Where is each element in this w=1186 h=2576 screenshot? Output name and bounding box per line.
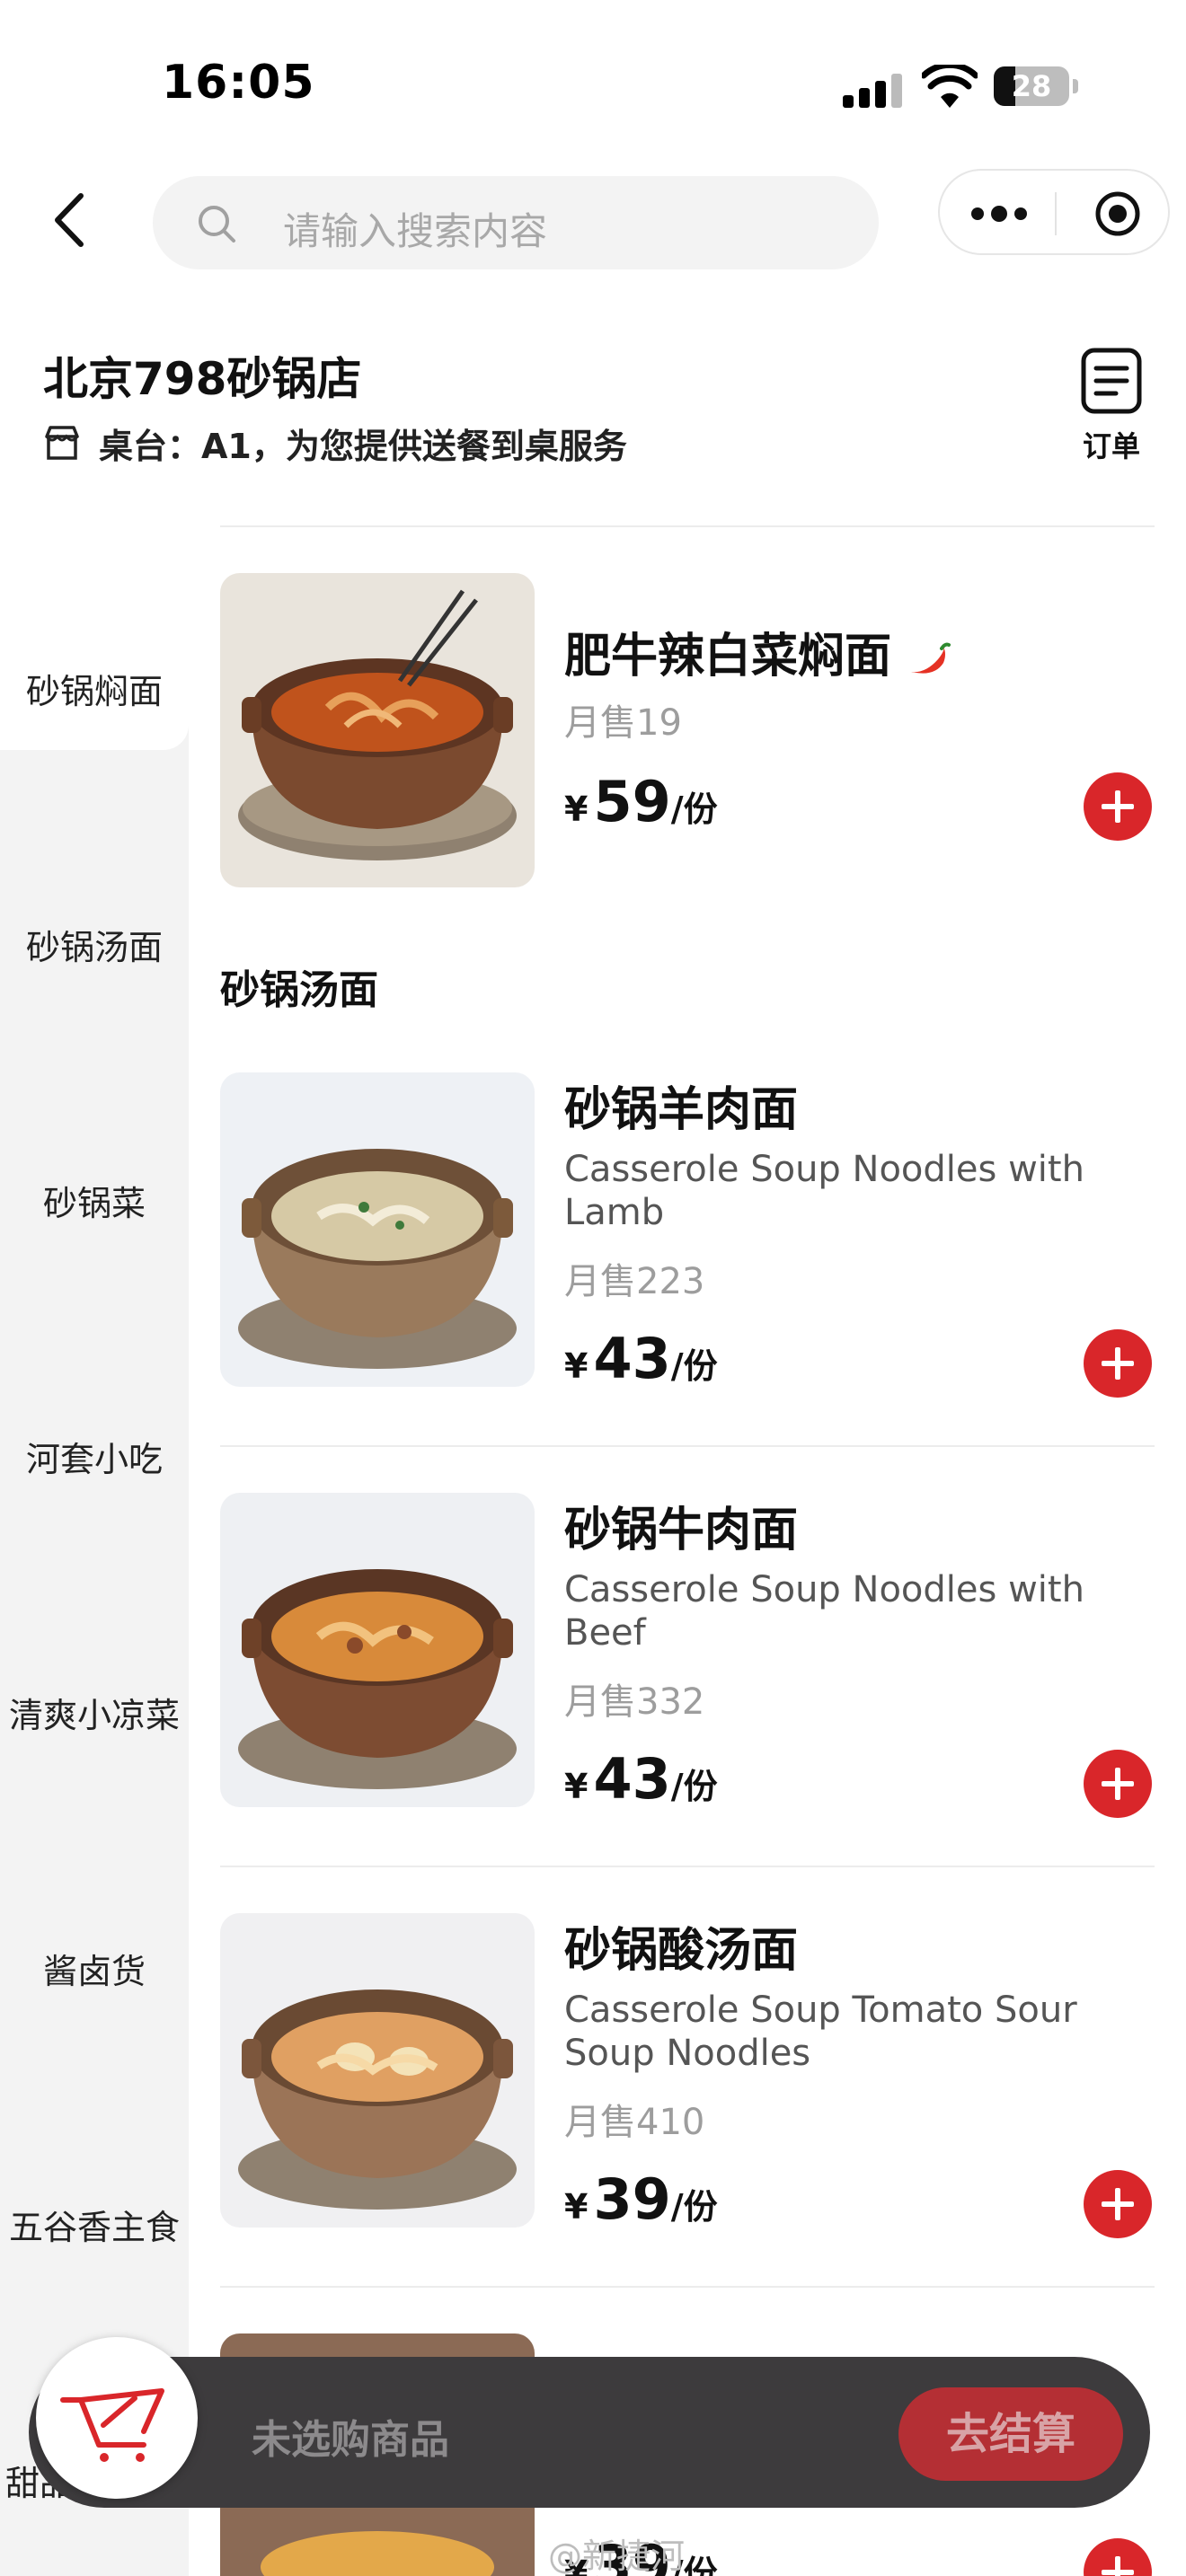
section-title: 砂锅汤面 — [220, 967, 378, 1013]
battery-level: 28 — [1011, 69, 1052, 103]
price-value: 43 — [593, 1746, 671, 1812]
order-label: 订单 — [1082, 429, 1140, 463]
back-button[interactable] — [47, 190, 92, 250]
dish-english-name: Casserole Soup Noodles with Lamb — [564, 1149, 1084, 1233]
add-to-cart-button[interactable] — [1084, 2538, 1152, 2576]
dish-sales: 月售410 — [564, 2102, 705, 2143]
price-unit: /份 — [670, 2187, 718, 2227]
store-icon — [45, 426, 79, 460]
capsule-divider — [1055, 192, 1057, 235]
cart-empty-text: 未选购商品 — [252, 2417, 449, 2463]
dish-price: ¥59/份 — [564, 769, 718, 834]
dish-image[interactable] — [220, 1072, 535, 1387]
search-placeholder: 请输入搜索内容 — [283, 209, 548, 253]
currency-symbol: ¥ — [564, 2187, 589, 2227]
dish-name: 砂锅羊肉面 — [564, 1083, 799, 1137]
table-info-text: 桌台：A1，为您提供送餐到桌服务 — [99, 426, 627, 466]
add-to-cart-button[interactable] — [1084, 1329, 1152, 1398]
dish-price: ¥43/份 — [564, 1326, 718, 1391]
wifi-icon — [922, 65, 978, 108]
currency-symbol: ¥ — [564, 1767, 589, 1806]
divider — [220, 1866, 1155, 1867]
category-item[interactable]: 五谷香主食 — [0, 2169, 189, 2286]
currency-symbol: ¥ — [564, 1346, 589, 1386]
dish-name: 肥牛辣白菜焖面 — [564, 618, 951, 685]
divider — [220, 525, 1155, 527]
dish-name-text: 肥牛辣白菜焖面 — [564, 630, 892, 684]
checkout-button[interactable]: 去结算 — [898, 2387, 1123, 2481]
store-name: 北京798砂锅店 — [43, 353, 362, 405]
order-button[interactable]: 订单 — [1073, 347, 1150, 465]
category-item[interactable]: 河套小吃 — [0, 1401, 189, 1518]
miniprogram-capsule — [938, 169, 1170, 255]
price-value: 59 — [593, 769, 671, 834]
currency-symbol: ¥ — [564, 790, 589, 829]
price-unit: /份 — [670, 1767, 718, 1806]
price-value: 39 — [593, 2166, 671, 2232]
dish-image[interactable] — [220, 573, 535, 887]
dish-name: 砂锅酸汤面 — [564, 1924, 799, 1978]
add-to-cart-button[interactable] — [1084, 1750, 1152, 1818]
category-item[interactable]: 砂锅汤面 — [0, 889, 189, 1006]
watermark: @新捷河 — [548, 2536, 686, 2576]
dish-english-name: Casserole Soup Tomato Sour Soup Noodles — [564, 1989, 1077, 2074]
dish-sales: 月售332 — [564, 1681, 705, 1723]
table-info: 桌台：A1，为您提供送餐到桌服务 — [43, 420, 627, 466]
search-icon — [199, 206, 235, 243]
price-unit: /份 — [670, 790, 718, 829]
dish-image[interactable] — [220, 1913, 535, 2228]
spicy-chili-icon — [911, 642, 951, 674]
dish-price: ¥43/份 — [564, 1746, 718, 1812]
dish-image[interactable] — [220, 1493, 535, 1807]
search-input[interactable]: 请输入搜索内容 — [153, 176, 879, 269]
order-list-icon — [1081, 348, 1142, 414]
price-unit: /份 — [670, 1346, 718, 1386]
cart-icon — [60, 2388, 164, 2462]
status-time: 16:05 — [162, 56, 315, 110]
cart-button[interactable] — [36, 2337, 198, 2499]
price-value: 43 — [593, 1326, 671, 1391]
close-miniprogram-icon[interactable] — [1094, 190, 1141, 237]
category-item[interactable]: 砂锅焖面 — [0, 633, 189, 750]
divider — [220, 2286, 1155, 2288]
dish-price: ¥39/份 — [564, 2166, 718, 2232]
add-to-cart-button[interactable] — [1084, 772, 1152, 841]
add-to-cart-button[interactable] — [1084, 2170, 1152, 2238]
cellular-signal-icon — [843, 74, 902, 108]
battery-icon: 28 — [994, 66, 1069, 106]
dish-name: 砂锅牛肉面 — [564, 1504, 799, 1557]
more-icon[interactable] — [970, 203, 1028, 225]
dish-sales: 月售19 — [564, 702, 682, 744]
battery-cap — [1073, 79, 1078, 93]
category-item[interactable]: 清爽小凉菜 — [0, 1657, 189, 1774]
category-item[interactable]: 砂锅菜 — [0, 1145, 189, 1262]
divider — [220, 1445, 1155, 1447]
dish-sales: 月售223 — [564, 1261, 705, 1302]
dish-english-name: Casserole Soup Noodles with Beef — [564, 1569, 1084, 1654]
category-item[interactable]: 酱卤货 — [0, 1913, 189, 2030]
